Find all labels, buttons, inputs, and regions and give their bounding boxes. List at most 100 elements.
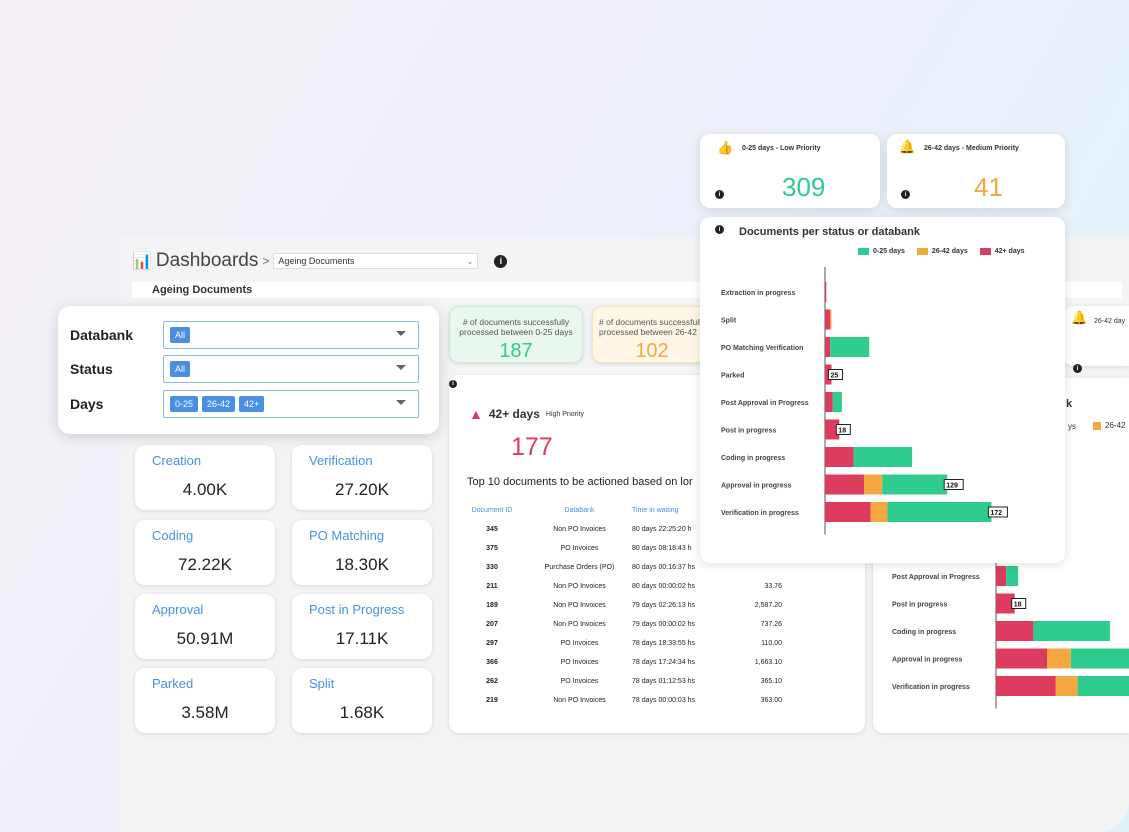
bar-0-25-days-0[interactable] — [1006, 566, 1018, 586]
bar-0-25-days-4[interactable] — [1078, 676, 1129, 696]
high-priority-value: 177 — [511, 433, 553, 462]
bar-42+-days-3[interactable] — [996, 649, 1047, 669]
filter-chip[interactable]: 26-42 — [202, 396, 235, 412]
bar-0-25-days-4[interactable] — [833, 392, 842, 412]
table-row[interactable]: 219Non PO Invoices78 days 00:00:03 hs363… — [457, 691, 782, 710]
filter-select-databank[interactable]: All — [163, 321, 419, 349]
table-cell: 110.00 — [722, 640, 782, 647]
info-icon[interactable]: i — [901, 190, 910, 199]
filter-chip[interactable]: 0-25 — [170, 396, 198, 412]
table-cell: 78 days 17:24:34 hs — [632, 659, 722, 666]
category-label: Approval in progress — [721, 483, 792, 490]
table-row[interactable]: 262PO Invoices78 days 01:12:53 hs365.10 — [457, 672, 782, 691]
bar-42+-days-2[interactable] — [825, 337, 830, 357]
info-icon[interactable]: i — [715, 190, 724, 199]
stat-tile-label: PO Matching — [309, 528, 384, 543]
category-label: Post in progress — [721, 428, 776, 435]
category-label: Verification in progress — [892, 684, 970, 691]
info-icon[interactable]: i — [494, 255, 507, 268]
dashboard-dropdown[interactable]: Ageing Documents ⌄ — [273, 253, 478, 269]
table-cell: Non PO Invoices — [527, 526, 632, 533]
filter-chip[interactable]: 42+ — [239, 396, 264, 412]
table-cell: Non PO Invoices — [527, 621, 632, 628]
bar-0-25-days-2[interactable] — [830, 337, 869, 357]
category-label: Approval in progress — [892, 657, 963, 664]
bar-26-42-days-8[interactable] — [871, 502, 888, 522]
documents-chart-card: i Documents per status or databank 0-25 … — [700, 217, 1065, 563]
stat-tile-value: 18.30K — [292, 555, 432, 575]
legend-swatch — [980, 248, 991, 255]
bar-0-25-days-2[interactable] — [1033, 621, 1110, 641]
bar-42+-days-4[interactable] — [996, 676, 1056, 696]
stat-tile-post-in-progress: Post in Progress17.11K — [292, 594, 432, 659]
table-cell: 366 — [457, 659, 527, 666]
table-cell: 737.26 — [722, 621, 782, 628]
info-icon[interactable]: i — [1073, 364, 1082, 373]
high-priority-title: 42+ days — [489, 407, 540, 421]
summary-title: # of documents successfully processed be… — [450, 317, 582, 337]
bar-26-42-days-3[interactable] — [1047, 649, 1071, 669]
caret-down-icon — [396, 331, 406, 336]
table-cell: PO Invoices — [527, 545, 632, 552]
stat-tile-verification: Verification27.20K — [292, 445, 432, 510]
right-legend-label: ys — [1068, 422, 1076, 431]
stat-tile-approval: Approval50.91M — [135, 594, 275, 659]
category-label: Post in progress — [892, 602, 947, 609]
high-priority-header: ▲ 42+ days High Priority — [469, 406, 584, 422]
table-row[interactable]: 366PO Invoices78 days 17:24:34 hs1,663.1… — [457, 653, 782, 672]
bar-0-25-days-6[interactable] — [854, 447, 913, 467]
low-priority-value: 309 — [782, 172, 825, 203]
chevron-down-icon: ⌄ — [467, 257, 474, 266]
table-row[interactable]: 297PO Invoices78 days 18:33:55 hs110.00 — [457, 634, 782, 653]
low-priority-card: 👍 0-25 days - Low Priority i 309 — [700, 134, 880, 208]
legend-item: 42+ days — [980, 248, 1025, 255]
bar-0-25-days-3[interactable] — [1071, 649, 1129, 669]
bar-42+-days-0[interactable] — [996, 566, 1006, 586]
table-row[interactable]: 211Non PO Invoices80 days 00:00:02 hs33.… — [457, 577, 782, 596]
right-summary-title: 26-42 day — [1094, 318, 1125, 325]
right-legend-item: 26-42 — [1093, 421, 1125, 430]
table-cell: 78 days 18:33:55 hs — [632, 640, 722, 647]
bar-0-25-days-7[interactable] — [882, 475, 947, 495]
page-background: 📊 Dashboards > Ageing Documents ⌄ i Agei… — [0, 0, 1129, 832]
right-legend-26: 26-42 — [1105, 421, 1125, 430]
summary-value: 102 — [593, 340, 711, 363]
bar-42+-days-8[interactable] — [825, 502, 871, 522]
medium-priority-title: 26-42 days - Medium Priority — [924, 145, 1019, 152]
info-icon[interactable]: i — [449, 380, 457, 388]
bar-26-42-days-1[interactable] — [830, 310, 831, 330]
bar-42+-days-7[interactable] — [825, 475, 864, 495]
bar-42+-days-6[interactable] — [825, 447, 854, 467]
bar-42+-days-2[interactable] — [996, 621, 1033, 641]
table-row[interactable]: 189Non PO Invoices79 days 02:26:13 hs2,5… — [457, 596, 782, 615]
bar-42+-days-4[interactable] — [825, 392, 833, 412]
bar-26-42-days-7[interactable] — [864, 475, 882, 495]
documents-bar-chart: Extraction in progressSplitPO Matching V… — [700, 262, 1065, 552]
caret-down-icon — [396, 400, 406, 405]
filter-chip[interactable]: All — [170, 361, 190, 377]
stat-tile-label: Post in Progress — [309, 602, 404, 617]
category-label: Coding in progress — [892, 629, 956, 636]
table-cell: 207 — [457, 621, 527, 628]
stat-tile-value: 1.68K — [292, 703, 432, 723]
category-label: Parked — [721, 373, 744, 380]
bar-42+-days-0[interactable] — [825, 282, 826, 302]
breadcrumb-separator: > — [262, 254, 269, 268]
legend-label: 26-42 days — [932, 248, 968, 255]
info-icon[interactable]: i — [715, 225, 724, 234]
filter-select-status[interactable]: All — [163, 355, 419, 383]
stat-tile-value: 50.91M — [135, 629, 275, 649]
filter-select-days[interactable]: 0-2526-4242+ — [163, 390, 419, 418]
column-header: Document ID — [457, 507, 527, 514]
bar-26-42-days-4[interactable] — [1056, 676, 1078, 696]
bar-0-25-days-8[interactable] — [887, 502, 991, 522]
table-cell: 345 — [457, 526, 527, 533]
chart-legend: 0-25 days 26-42 days 42+ days — [858, 248, 1025, 255]
table-row[interactable]: 207Non PO Invoices79 days 00:00:02 hs737… — [457, 615, 782, 634]
filter-label: Status — [70, 361, 163, 377]
stat-tile-parked: Parked3.58M — [135, 668, 275, 733]
bar-42+-days-1[interactable] — [825, 310, 830, 330]
table-cell: 1,663.10 — [722, 659, 782, 666]
filter-chip[interactable]: All — [170, 327, 190, 343]
data-label: 129 — [946, 483, 958, 490]
